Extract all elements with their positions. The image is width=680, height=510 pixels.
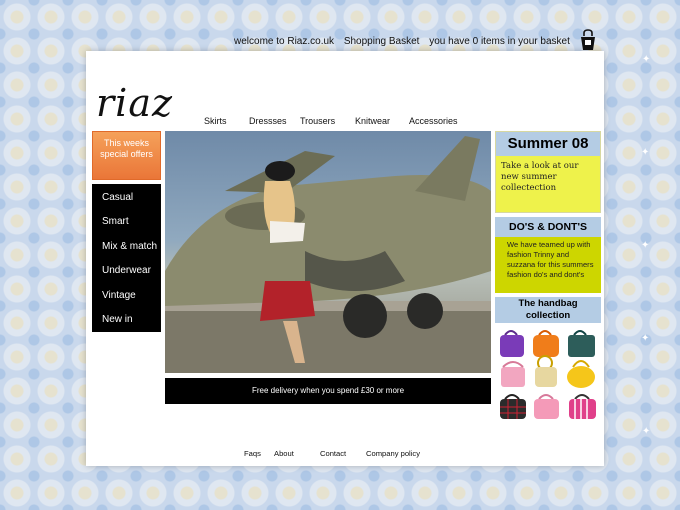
nav-item-dresses[interactable]: Dressses: [249, 116, 287, 126]
shopping-bag-icon[interactable]: [579, 29, 597, 51]
nav-item-trousers[interactable]: Trousers: [300, 116, 335, 126]
footer-link-faqs[interactable]: Faqs: [244, 449, 261, 458]
handbag-pink-quilted-icon: [534, 394, 559, 419]
logo[interactable]: riaz: [96, 81, 173, 125]
hero-image[interactable]: [165, 131, 491, 373]
footer-link-company-policy[interactable]: Company policy: [366, 449, 420, 458]
handbag-gallery[interactable]: [495, 327, 601, 423]
summer-promo-box[interactable]: Summer 08 Take a look at our new summer …: [495, 131, 601, 213]
handbag-teal-icon: [568, 330, 595, 357]
welcome-text: welcome to Riaz.co.uk: [234, 36, 335, 47]
handbag-collection-title[interactable]: The handbag collection: [495, 297, 601, 323]
nav-item-skirts[interactable]: Skirts: [204, 116, 227, 126]
shopping-basket-link[interactable]: Shopping Basket: [344, 36, 420, 47]
handbag-yellow-icon: [567, 360, 595, 388]
header-bar: welcome to Riaz.co.uk Shopping Basket yo…: [234, 36, 577, 50]
dos-donts-text: We have teamed up with fashion Trinny an…: [507, 240, 594, 279]
delivery-banner[interactable]: Free delivery when you spend £30 or more: [165, 378, 491, 404]
footer-link-about[interactable]: About: [274, 449, 294, 458]
handbag-orange-icon: [533, 330, 559, 357]
dos-donts-box[interactable]: DO'S & DONT'S We have teamed up with fas…: [495, 217, 601, 293]
page-container: riaz Skirts Dressses Trousers Knitwear A…: [86, 51, 604, 466]
side-menu: Casual Smart Mix & match Underwear Vinta…: [92, 184, 161, 332]
handbag-pink-icon: [501, 361, 525, 387]
handbag-black-plaid-icon: [500, 394, 526, 419]
special-offers-button[interactable]: This weeks special offers: [92, 131, 161, 180]
handbag-gold-chain-icon: [535, 355, 557, 387]
side-menu-item-casual[interactable]: Casual: [102, 192, 133, 203]
side-menu-item-smart[interactable]: Smart: [102, 216, 129, 227]
footer-link-contact[interactable]: Contact: [320, 449, 346, 458]
handbag-purple-icon: [500, 330, 524, 357]
side-menu-item-vintage[interactable]: Vintage: [102, 290, 136, 301]
basket-status: you have 0 items in your basket: [429, 36, 570, 47]
dos-donts-title: DO'S & DONT'S: [495, 217, 601, 237]
nav-item-accessories[interactable]: Accessories: [409, 116, 458, 126]
side-menu-item-new-in[interactable]: New in: [102, 314, 133, 325]
summer-text: Take a look at our new summer collectect…: [501, 161, 579, 193]
nav-item-knitwear[interactable]: Knitwear: [355, 116, 390, 126]
side-menu-item-underwear[interactable]: Underwear: [102, 265, 151, 276]
handbag-striped-icon: [569, 394, 596, 419]
summer-title: Summer 08: [496, 132, 600, 156]
side-menu-item-mix-match[interactable]: Mix & match: [102, 241, 157, 252]
